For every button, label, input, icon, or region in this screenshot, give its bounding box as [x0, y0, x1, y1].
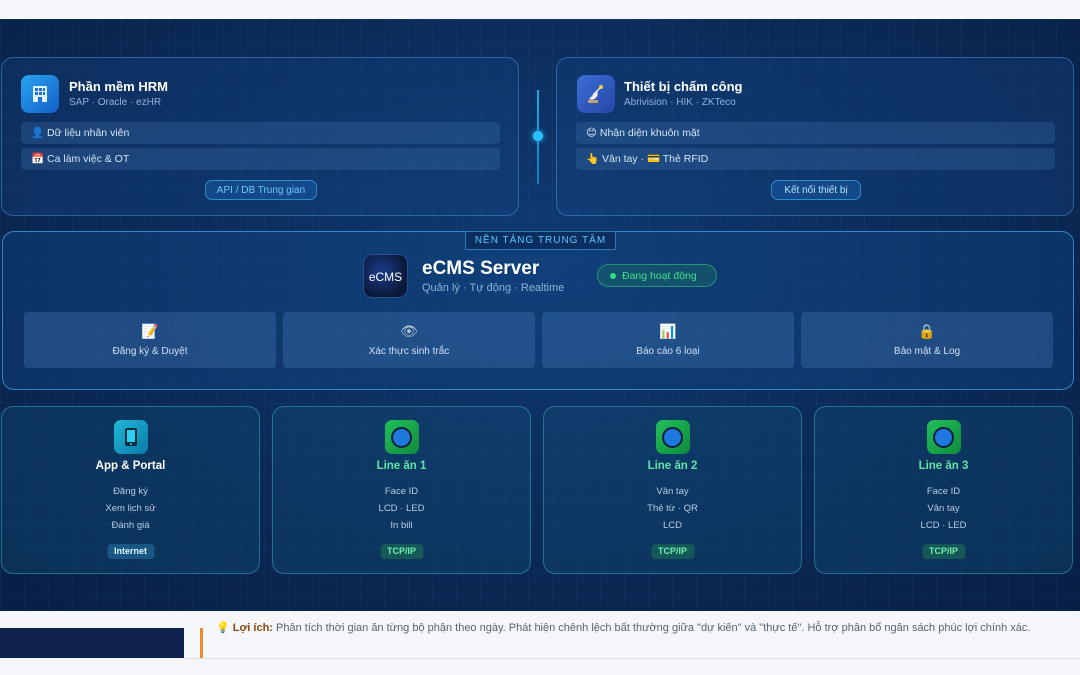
- smile-icon: 😊: [586, 127, 597, 139]
- output-line: Vân tay: [656, 486, 689, 497]
- status-label: Đang hoạt động: [622, 270, 697, 282]
- calendar-icon: 📅: [31, 153, 45, 165]
- output-title: App & Portal: [95, 460, 166, 472]
- output-line: Face ID: [926, 486, 961, 497]
- core-title: eCMS Server: [422, 258, 540, 279]
- eye-icon: 👁: [400, 323, 418, 339]
- output-title: Line ăn 2: [647, 460, 698, 472]
- core-subtitle: Quản lý · Tự động · Realtime: [422, 282, 565, 294]
- ecms-logo-icon: eCMS: [363, 254, 408, 298]
- feature-label: Đăng ký & Duyệt: [112, 346, 188, 357]
- row-label: Ca làm việc & OT: [47, 153, 130, 165]
- memo-icon: 📝: [141, 323, 159, 339]
- mobile-phone-icon: [113, 420, 148, 454]
- feature-security-log[interactable]: 🔒 Bảo mật & Log: [801, 312, 1053, 368]
- protocol-badge: Internet: [106, 544, 155, 559]
- page-content-below: 💡 Lợi ích: Phân tích thời gian ăn từng b…: [0, 611, 1080, 675]
- row-label: Vân tay · 💳 Thẻ RFID: [602, 153, 709, 165]
- core-tag: NỀN TẢNG TRUNG TÂM: [465, 231, 616, 250]
- output-line-2: Line ăn 2 Vân tay Thẻ từ · QR LCD TCP/IP: [543, 406, 802, 574]
- feature-label: Bảo mật & Log: [893, 346, 961, 357]
- status-badge: Đang hoạt động: [597, 264, 717, 287]
- lock-icon: 🔒: [918, 323, 936, 339]
- output-app-portal: App & Portal Đăng ký Xem lịch sử Đánh gi…: [1, 406, 260, 574]
- protocol-badge: TCP/IP: [921, 544, 966, 559]
- feature-label: Xác thực sinh trắc: [368, 346, 450, 357]
- connector-dot: [533, 131, 543, 141]
- output-line: LCD: [662, 520, 682, 531]
- output-line: Face ID: [384, 486, 419, 497]
- device-card: Thiết bị chấm công Abrivision · HIK · ZK…: [556, 57, 1074, 216]
- circle-icon: [655, 420, 690, 454]
- person-icon: 👤: [31, 127, 45, 139]
- device-row-face: 😊 Nhận diện khuôn mặt: [576, 122, 1055, 144]
- architecture-diagram: Phần mềm HRM SAP · Oracle · ezHR 👤 Dữ li…: [0, 19, 1080, 611]
- output-line: Thẻ từ · QR: [647, 503, 698, 514]
- sidebar: [0, 628, 184, 658]
- output-line: Đăng ký: [113, 486, 148, 497]
- feature-reports[interactable]: 📊 Báo cáo 6 loại: [542, 312, 794, 368]
- row-label: Dữ liệu nhân viên: [47, 127, 130, 139]
- output-line: In bill: [390, 520, 413, 531]
- top-bar: [0, 0, 1080, 20]
- lightbulb-icon: 💡: [216, 622, 230, 634]
- bar-chart-icon: 📊: [659, 323, 677, 339]
- device-title: Thiết bị chấm công: [624, 79, 743, 94]
- row-label: Nhận diện khuôn mặt: [599, 127, 700, 139]
- pointing-hand-icon: 👆: [586, 153, 600, 165]
- output-line-1: Line ăn 1 Face ID LCD · LED In bill TCP/…: [272, 406, 531, 574]
- output-line-3: Line ăn 3 Face ID Vân tay LCD · LED TCP/…: [814, 406, 1073, 574]
- feature-biometric[interactable]: 👁 Xác thực sinh trắc: [283, 312, 535, 368]
- protocol-badge: TCP/IP: [650, 544, 695, 559]
- circle-icon: [926, 420, 961, 454]
- status-dot-icon: [610, 273, 616, 279]
- device-subtitle: Abrivision · HIK · ZKTeco: [624, 97, 736, 108]
- device-row-fingerprint: 👆 Vân tay · 💳 Thẻ RFID: [576, 148, 1055, 170]
- benefit-note: 💡 Lợi ích: Phân tích thời gian ăn từng b…: [216, 621, 1056, 635]
- note-accent-bar: [200, 628, 203, 658]
- feature-label: Báo cáo 6 loại: [636, 346, 700, 357]
- building-icon: [21, 75, 59, 113]
- satellite-icon: [577, 75, 615, 113]
- hrm-card: Phần mềm HRM SAP · Oracle · ezHR 👤 Dữ li…: [1, 57, 519, 216]
- hrm-row-employee-data: 👤 Dữ liệu nhân viên: [21, 122, 500, 144]
- output-title: Line ăn 3: [918, 460, 969, 472]
- note-label: Lợi ích:: [232, 622, 273, 634]
- core-platform-card: NỀN TẢNG TRUNG TÂM eCMS eCMS Server Quản…: [2, 231, 1074, 390]
- output-line: Vân tay: [927, 503, 960, 514]
- output-line: LCD · LED: [920, 520, 967, 531]
- divider: [184, 658, 1080, 659]
- api-db-button[interactable]: API / DB Trung gian: [205, 180, 317, 200]
- hrm-subtitle: SAP · Oracle · ezHR: [69, 97, 162, 108]
- hrm-title: Phần mềm HRM: [69, 79, 168, 94]
- output-line: LCD · LED: [378, 503, 425, 514]
- output-line: Xem lịch sử: [105, 503, 156, 514]
- feature-register-approve[interactable]: 📝 Đăng ký & Duyệt: [24, 312, 276, 368]
- circle-icon: [384, 420, 419, 454]
- protocol-badge: TCP/IP: [379, 544, 424, 559]
- output-title: Line ăn 1: [376, 460, 427, 472]
- connect-device-button[interactable]: Kết nối thiết bị: [771, 180, 861, 200]
- hrm-row-shifts: 📅 Ca làm việc & OT: [21, 148, 500, 170]
- output-line: Đánh giá: [111, 520, 150, 531]
- note-text: Phân tích thời gian ăn từng bộ phận theo…: [276, 622, 1031, 634]
